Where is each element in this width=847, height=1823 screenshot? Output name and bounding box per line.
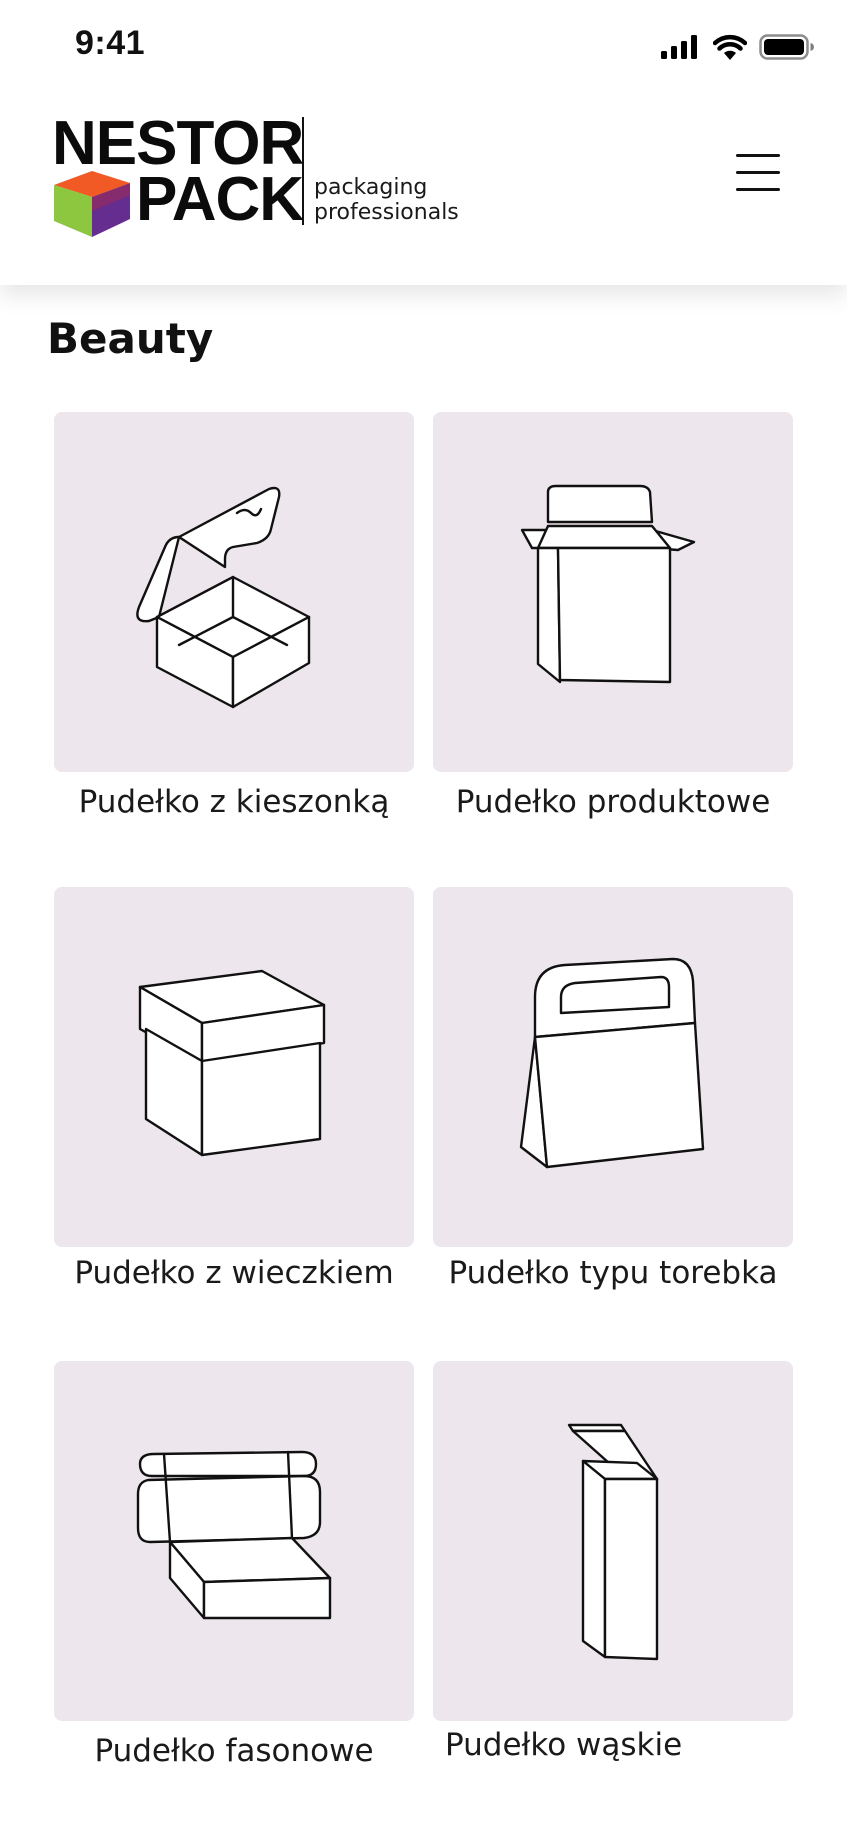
page-title: Beauty (47, 314, 214, 363)
product-label: Pudełko fasonowe (94, 1733, 374, 1769)
product-label: Pudełko produktowe (455, 784, 771, 820)
product-card-bag-box[interactable]: Pudełko typu torebka (433, 887, 793, 1291)
product-card-narrow-box[interactable]: Pudełko wąskie (433, 1361, 793, 1763)
product-label: Pudełko wąskie (445, 1727, 683, 1763)
product-card-product-box[interactable]: Pudełko produktowe (433, 412, 793, 820)
wifi-icon (713, 34, 747, 60)
product-card-lid-box[interactable]: Pudełko z wieczkiem (54, 887, 414, 1291)
logo-divider (302, 117, 304, 225)
status-time: 9:41 (75, 24, 146, 62)
product-card-pocket-box[interactable]: Pudełko z kieszonką (54, 412, 414, 820)
product-label: Pudełko typu torebka (448, 1255, 778, 1291)
product-tile (433, 412, 793, 772)
cellular-signal-icon (661, 35, 697, 59)
product-label: Pudełko z kieszonką (78, 784, 390, 820)
bag-box-icon (519, 957, 705, 1169)
pocket-box-icon (136, 486, 311, 709)
cube-logo-icon (54, 171, 130, 237)
product-box-icon (520, 484, 696, 684)
product-label: Pudełko z wieczkiem (74, 1255, 394, 1291)
mailer-box-icon (136, 1450, 332, 1620)
lid-box-icon (138, 969, 326, 1157)
product-tile (54, 887, 414, 1247)
product-tile (54, 412, 414, 772)
status-icons (661, 34, 815, 60)
brand-tagline-line2: professionals (314, 200, 459, 225)
brand-tagline: packaging professionals (314, 175, 459, 225)
narrow-box-icon (567, 1423, 659, 1661)
hamburger-menu-icon[interactable] (730, 148, 784, 198)
product-card-mailer-box[interactable]: Pudełko fasonowe (54, 1361, 414, 1769)
brand-tagline-line1: packaging (314, 175, 428, 200)
product-tile (433, 887, 793, 1247)
brand-logo[interactable]: NESTOR PACK packaging professionals (52, 113, 492, 238)
battery-icon (759, 34, 814, 60)
brand-name-line2: PACK (136, 165, 304, 234)
product-tile (54, 1361, 414, 1721)
app-header: 9:41 NESTOR PACK packaging professionals (0, 0, 847, 285)
product-tile (433, 1361, 793, 1721)
